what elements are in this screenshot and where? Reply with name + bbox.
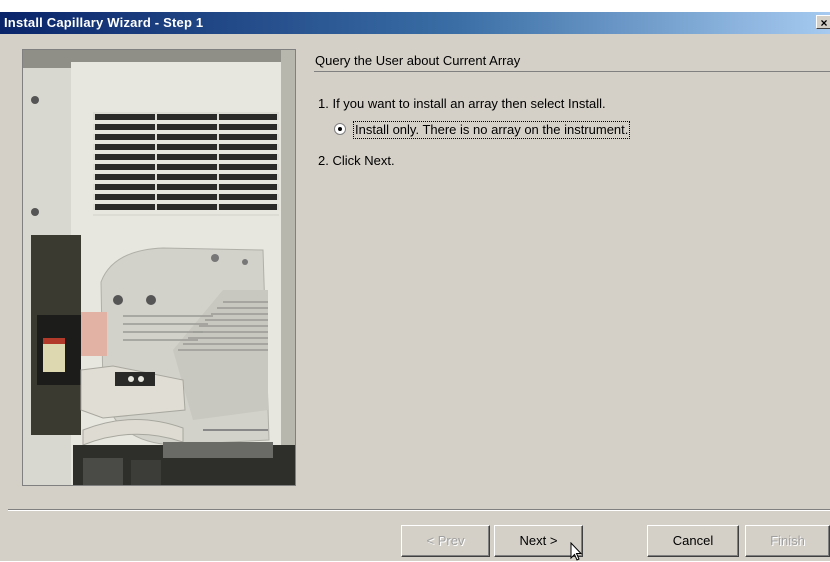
install-only-label[interactable]: Install only. There is no array on the i…	[353, 121, 631, 139]
mouse-pointer-icon	[570, 542, 583, 561]
close-icon: ×	[820, 16, 828, 30]
instruction-step-1: 1. If you want to install an array then …	[318, 96, 606, 111]
finish-button[interactable]: Finish	[745, 525, 830, 557]
button-separator	[8, 509, 830, 511]
wizard-dialog: Install Capillary Wizard - Step 1 × Quer…	[0, 12, 830, 561]
radio-selected-icon[interactable]	[334, 123, 346, 135]
prev-button[interactable]: < Prev	[401, 525, 490, 557]
instruction-step-2: 2. Click Next.	[318, 153, 395, 168]
window-title: Install Capillary Wizard - Step 1	[4, 15, 204, 30]
panel-heading: Query the User about Current Array	[314, 53, 830, 72]
panel-heading-text: Query the User about Current Array	[315, 53, 521, 68]
close-button[interactable]: ×	[816, 15, 830, 30]
instrument-photo	[22, 49, 296, 486]
title-bar[interactable]: Install Capillary Wizard - Step 1 ×	[0, 12, 830, 34]
cancel-button[interactable]: Cancel	[647, 525, 739, 557]
